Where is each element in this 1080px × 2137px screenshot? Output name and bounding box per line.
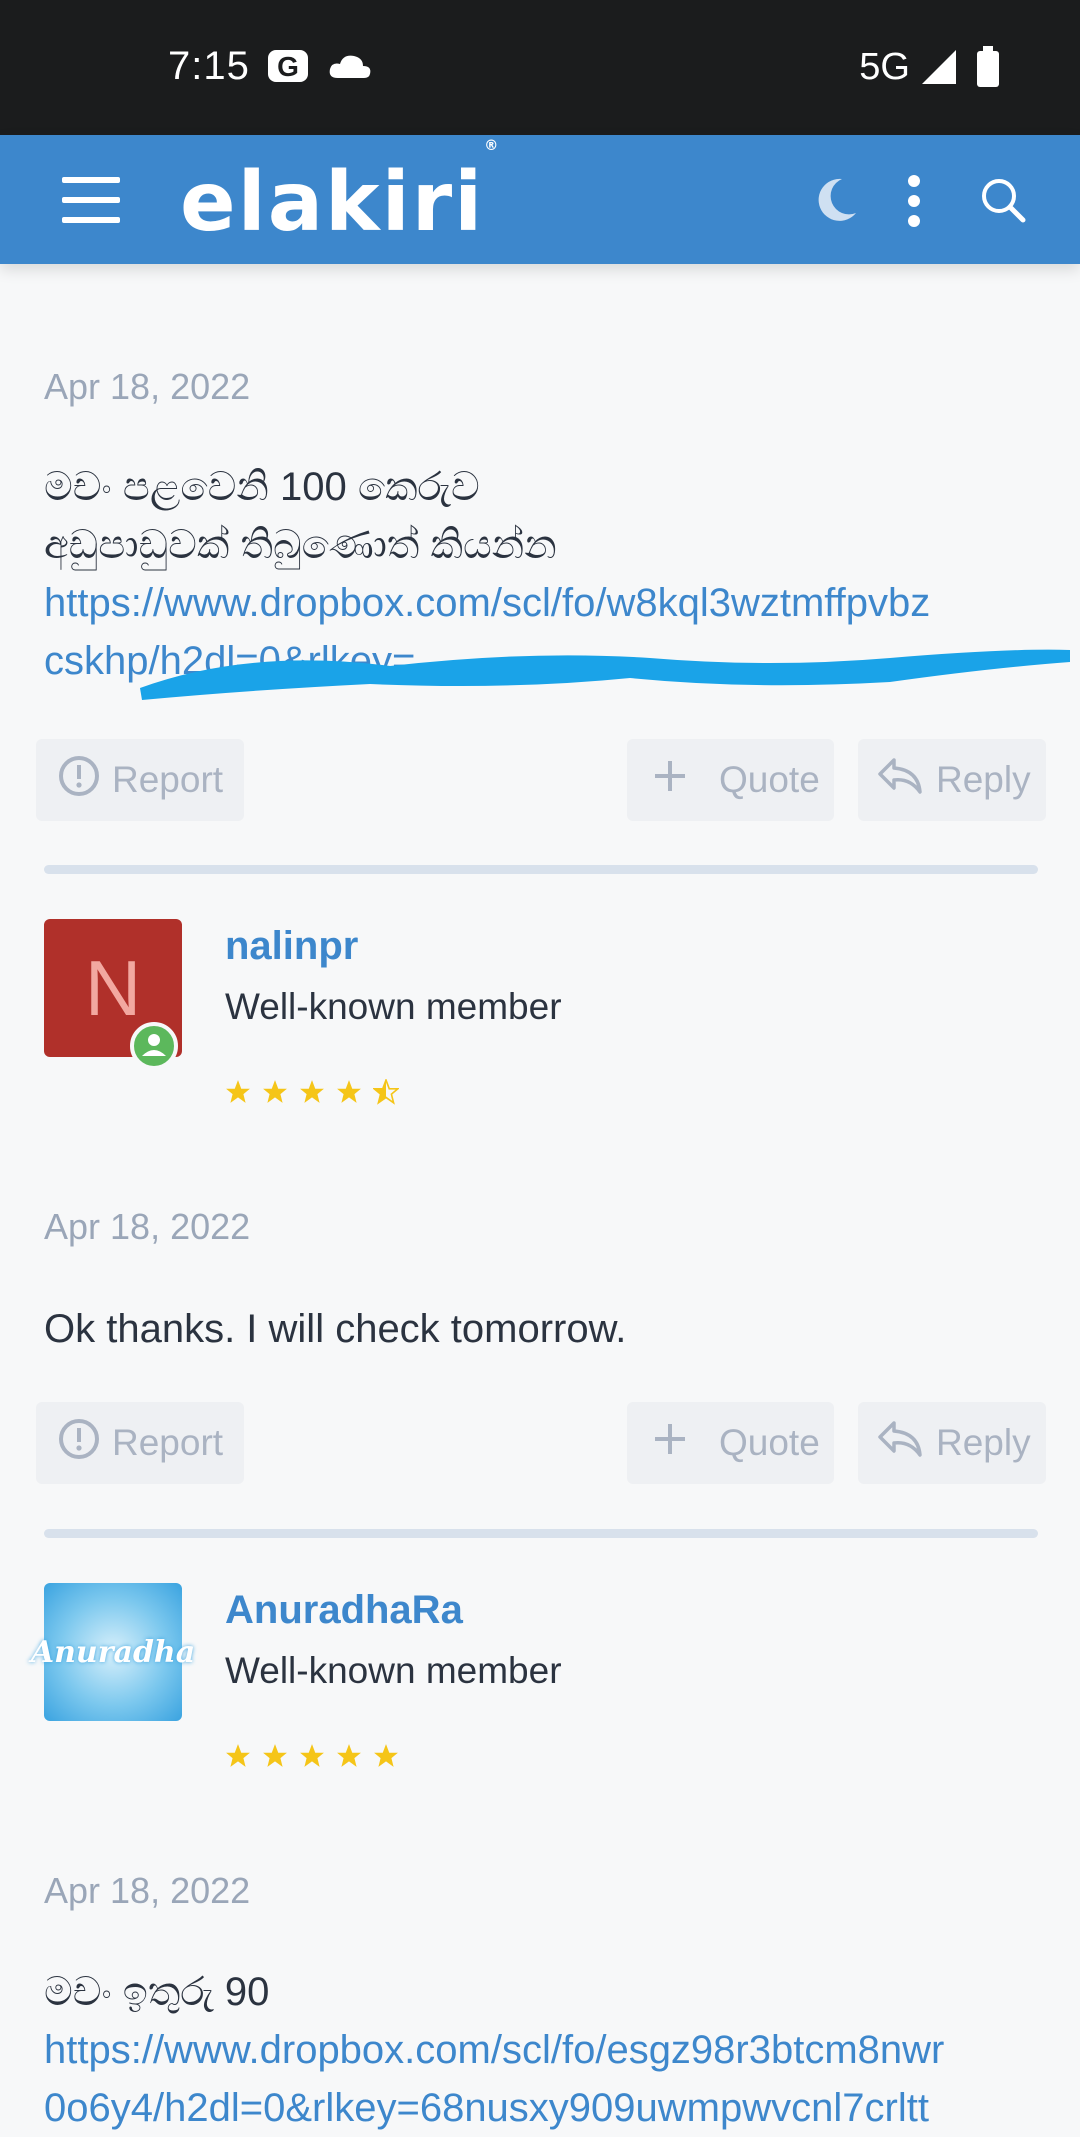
star-icon [300,1080,324,1103]
more-options-icon[interactable] [906,175,922,232]
star-icon [263,1744,287,1767]
half-star-icon [373,1079,399,1105]
menu-icon[interactable] [62,175,120,230]
avatar-text: Anuradha [30,1634,196,1670]
reply-label: Reply [936,1422,1031,1463]
reply-icon [876,756,936,805]
post-body: Ok thanks. I will check tomorrow. [44,1307,627,1351]
redaction-scribble [130,628,1080,713]
post-date: Apr 18, 2022 [44,1870,251,1911]
post-date: Apr 18, 2022 [44,1206,251,1247]
star-icon [337,1080,361,1103]
star-icon [337,1744,361,1767]
post-link[interactable]: https://www.dropbox.com/scl/fo/esgz98r3b… [44,2021,1044,2079]
post-text-line: අඩුපාඩුවක් තිබුණොත් කියන්න [44,523,557,567]
report-label: Report [112,1422,224,1463]
report-label: Report [112,759,224,800]
star-icon [263,1080,287,1103]
user-role: Well-known member [225,986,562,1027]
site-logo[interactable]: elakiri® [180,138,500,250]
status-time: 7:15 [168,44,250,88]
quote-label: Quote [719,1422,820,1463]
reply-label: Reply [936,759,1031,800]
g-icon: G [266,48,310,89]
username[interactable]: nalinpr [225,924,358,969]
online-status-icon [130,1022,178,1075]
reply-button[interactable]: Reply [858,1402,1046,1484]
avatar-letter: N [84,943,142,1032]
quote-label: Quote [719,759,820,800]
post-divider [44,1529,1038,1538]
quote-button[interactable]: Quote [627,739,834,821]
star-icon [226,1744,250,1767]
search-icon[interactable] [980,177,1026,228]
app-header: elakiri® [0,135,1080,264]
rating-stars [225,1743,399,1769]
report-button[interactable]: Report [36,739,244,821]
report-button[interactable]: Report [36,1402,244,1484]
star-icon [226,1080,250,1103]
post-divider [44,865,1038,874]
battery-icon [976,46,1000,93]
plus-icon [653,1422,699,1465]
quote-button[interactable]: Quote [627,1402,834,1484]
dark-mode-icon[interactable] [814,177,858,228]
status-bar: 7:15 G 5G [0,0,1080,135]
rating-stars [225,1079,399,1105]
username[interactable]: AnuradhaRa [225,1588,463,1633]
report-icon [58,755,112,806]
user-role: Well-known member [225,1650,562,1691]
reply-icon [876,1419,936,1468]
report-icon [58,1418,112,1469]
svg-text:G: G [277,51,299,82]
signal-icon [920,48,958,91]
post-text-line: මචං පළවෙනි 100 කෙරුව [44,465,480,509]
post-body: මචං ඉතුරු 90 https://www.dropbox.com/scl… [44,1963,1044,2137]
post-link-continued[interactable]: 0o6y4/h2dl=0&rlkey=68nusxy909uwmpwvcnl7c… [44,2079,1044,2137]
cloud-icon [328,54,372,85]
star-icon [374,1744,398,1767]
reply-button[interactable]: Reply [858,739,1046,821]
post-link[interactable]: https://www.dropbox.com/scl/fo/w8kql3wzt… [44,574,1044,632]
post-text-line: මචං ඉතුරු 90 [44,1970,270,2014]
network-type: 5G [859,46,910,88]
star-icon [300,1744,324,1767]
avatar[interactable]: Anuradha [31,1583,195,1721]
post-date: Apr 18, 2022 [44,366,251,407]
plus-icon [653,759,699,802]
